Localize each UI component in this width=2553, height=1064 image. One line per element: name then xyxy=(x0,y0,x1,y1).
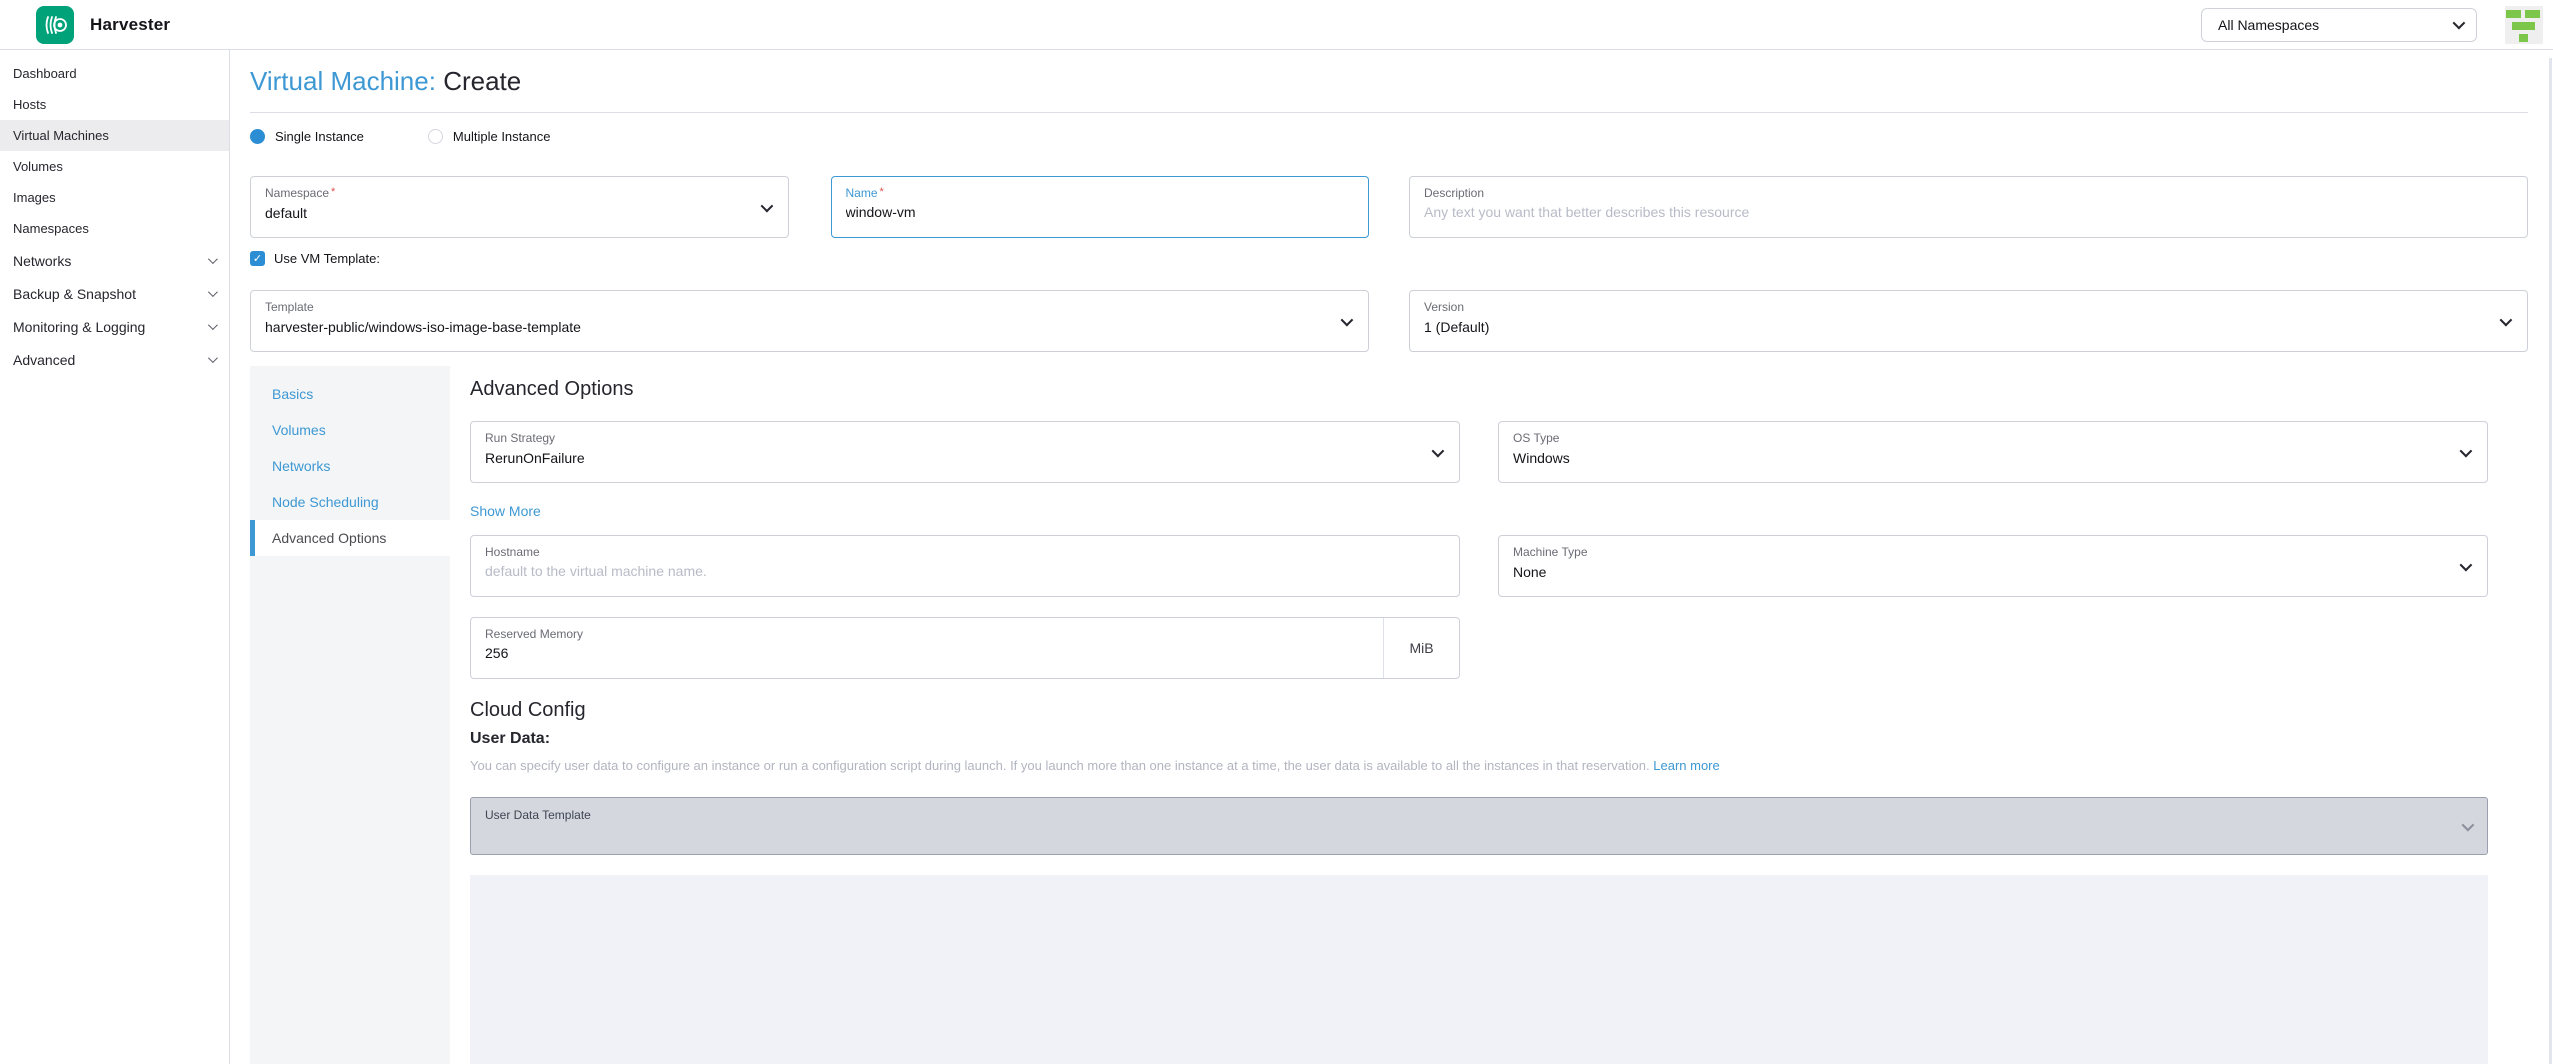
hostname-field[interactable]: Hostname xyxy=(470,535,1460,597)
show-more-link[interactable]: Show More xyxy=(470,503,2488,519)
apps-grid-icon[interactable] xyxy=(2505,6,2543,44)
page-scrollbar[interactable] xyxy=(2549,58,2552,1064)
namespace-filter-value: All Namespaces xyxy=(2218,17,2319,33)
user-data-description: You can specify user data to configure a… xyxy=(470,758,2488,773)
sidebar-item-dashboard[interactable]: Dashboard xyxy=(0,58,229,89)
radio-multiple-instance[interactable]: Multiple Instance xyxy=(428,129,551,144)
sidebar-item-volumes[interactable]: Volumes xyxy=(0,151,229,182)
sidebar-item-namespaces[interactable]: Namespaces xyxy=(0,213,229,244)
machine-type-value: None xyxy=(1513,564,2473,580)
chevron-down-icon xyxy=(208,254,218,264)
use-vm-template-checkbox[interactable]: ✓ Use VM Template: xyxy=(250,251,2528,266)
chevron-down-icon xyxy=(208,320,218,330)
vm-config-tab-list: Basics Volumes Networks Node Scheduling … xyxy=(250,366,450,1064)
run-strategy-value: RerunOnFailure xyxy=(485,450,1445,466)
checkbox-checked-icon: ✓ xyxy=(250,251,265,266)
template-value: harvester-public/windows-iso-image-base-… xyxy=(265,319,1354,335)
os-type-value: Windows xyxy=(1513,450,2473,466)
chevron-down-icon xyxy=(208,287,218,297)
harvester-logo-icon xyxy=(36,6,74,44)
run-strategy-dropdown[interactable]: Run Strategy RerunOnFailure xyxy=(470,421,1460,483)
main-content: Virtual Machine: Create Single Instance … xyxy=(230,50,2553,1064)
tab-node-scheduling[interactable]: Node Scheduling xyxy=(250,484,450,520)
sidebar-item-images[interactable]: Images xyxy=(0,182,229,213)
tab-basics[interactable]: Basics xyxy=(250,376,450,412)
hostname-input[interactable] xyxy=(485,563,1445,579)
version-value: 1 (Default) xyxy=(1424,319,2513,335)
top-header: Harvester All Namespaces xyxy=(0,0,2553,50)
namespace-value: default xyxy=(265,205,774,221)
sidebar-item-hosts[interactable]: Hosts xyxy=(0,89,229,120)
required-marker: * xyxy=(880,186,884,200)
os-type-dropdown[interactable]: OS Type Windows xyxy=(1498,421,2488,483)
template-dropdown[interactable]: Template harvester-public/windows-iso-im… xyxy=(250,290,1369,352)
sidebar-group-monitoring-logging[interactable]: Monitoring & Logging xyxy=(0,310,229,343)
chevron-down-icon xyxy=(208,353,218,363)
advanced-options-panel: Advanced Options Run Strategy RerunOnFai… xyxy=(450,366,2528,1064)
app-title: Harvester xyxy=(90,15,170,35)
sidebar-item-virtual-machines[interactable]: Virtual Machines xyxy=(0,120,229,151)
reserved-memory-input[interactable] xyxy=(485,645,1445,661)
name-input[interactable] xyxy=(846,204,1355,220)
user-data-template-dropdown[interactable]: User Data Template xyxy=(470,797,2488,855)
machine-type-dropdown[interactable]: Machine Type None xyxy=(1498,535,2488,597)
page-title-action: Create xyxy=(443,66,521,96)
required-marker: * xyxy=(331,186,335,200)
user-data-heading: User Data: xyxy=(470,730,2488,748)
radio-single-instance[interactable]: Single Instance xyxy=(250,129,364,144)
advanced-options-heading: Advanced Options xyxy=(470,378,2488,401)
user-data-code-editor[interactable] xyxy=(470,875,2488,1064)
sidebar-group-networks[interactable]: Networks xyxy=(0,244,229,277)
sidebar-group-backup-snapshot[interactable]: Backup & Snapshot xyxy=(0,277,229,310)
learn-more-link[interactable]: Learn more xyxy=(1653,758,1719,773)
tab-advanced-options[interactable]: Advanced Options xyxy=(250,520,450,556)
chevron-down-icon xyxy=(2453,17,2466,30)
namespace-filter-dropdown[interactable]: All Namespaces xyxy=(2201,8,2477,42)
description-input[interactable] xyxy=(1424,204,2513,220)
instance-mode-radio-group: Single Instance Multiple Instance xyxy=(250,129,2528,144)
reserved-memory-unit: MiB xyxy=(1383,618,1459,678)
page-title-resource: Virtual Machine: xyxy=(250,66,436,96)
sidebar-nav: Dashboard Hosts Virtual Machines Volumes… xyxy=(0,50,230,1064)
title-divider xyxy=(250,112,2528,113)
radio-selected-icon xyxy=(250,129,265,144)
tab-volumes[interactable]: Volumes xyxy=(250,412,450,448)
harvester-app: Harvester All Namespaces Dashboard Hosts… xyxy=(0,0,2553,1064)
name-field[interactable]: Name* xyxy=(831,176,1370,238)
version-dropdown[interactable]: Version 1 (Default) xyxy=(1409,290,2528,352)
namespace-dropdown[interactable]: Namespace* default xyxy=(250,176,789,238)
reserved-memory-field[interactable]: Reserved Memory MiB xyxy=(470,617,1460,679)
description-field[interactable]: Description xyxy=(1409,176,2528,238)
sidebar-group-advanced[interactable]: Advanced xyxy=(0,343,229,376)
cloud-config-heading: Cloud Config xyxy=(470,699,2488,722)
radio-unselected-icon xyxy=(428,129,443,144)
tab-networks[interactable]: Networks xyxy=(250,448,450,484)
page-title: Virtual Machine: Create xyxy=(250,64,2528,98)
